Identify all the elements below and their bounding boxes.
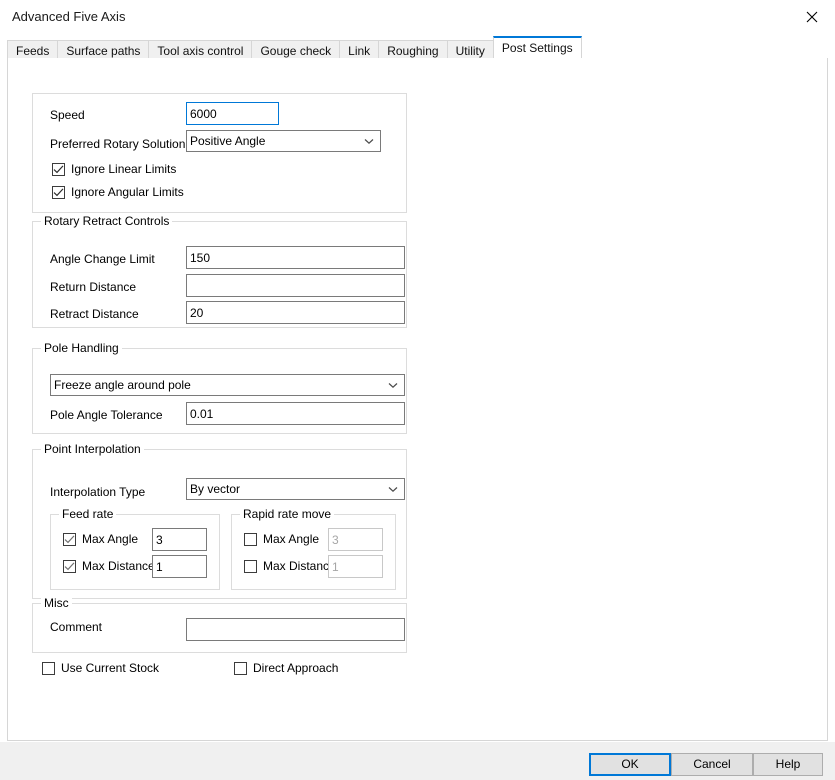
- feed-rate-max-angle-label: Max Angle: [82, 532, 139, 546]
- feed-rate-max-angle-checkbox[interactable]: Max Angle: [63, 532, 138, 546]
- use-current-stock-label: Use Current Stock: [61, 661, 160, 675]
- direct-approach-label: Direct Approach: [253, 661, 339, 675]
- feed-rate-group: Feed rate Max Angle Max Distance: [50, 508, 220, 590]
- checkbox-box: [244, 559, 257, 573]
- feed-rate-max-angle-input[interactable]: [152, 528, 207, 551]
- ok-button[interactable]: OK: [589, 753, 671, 776]
- pole-handling-group: Pole Handling Freeze angle around pole P…: [32, 342, 407, 434]
- checkbox-box: [234, 661, 247, 675]
- tab-strip-filler: [581, 40, 828, 60]
- tab-post-settings[interactable]: Post Settings: [492, 36, 582, 58]
- feed-rate-max-distance-label: Max Distance: [82, 559, 155, 573]
- dialog-footer: OK Cancel Help: [0, 741, 835, 780]
- cancel-button[interactable]: Cancel: [671, 753, 753, 776]
- preferred-rotary-solution-combo[interactable]: Positive Angle: [186, 130, 381, 152]
- rapid-rate-max-distance-input[interactable]: [328, 555, 383, 578]
- speed-label: Speed: [50, 108, 85, 122]
- pole-handling-mode-value: Freeze angle around pole: [54, 378, 191, 392]
- check-icon: [53, 164, 64, 173]
- chevron-down-icon: [385, 486, 401, 493]
- checkbox-box: [52, 185, 65, 199]
- comment-input[interactable]: [186, 618, 405, 641]
- tab-roughing[interactable]: Roughing: [378, 40, 447, 60]
- pole-angle-tolerance-input[interactable]: [186, 402, 405, 425]
- preferred-rotary-solution-label: Preferred Rotary Solution: [50, 137, 186, 151]
- check-icon: [64, 561, 75, 570]
- rotary-retract-controls-title: Rotary Retract Controls: [41, 215, 173, 228]
- tab-label: Roughing: [387, 44, 439, 58]
- tab-label: Gouge check: [260, 44, 332, 58]
- misc-title: Misc: [41, 597, 72, 610]
- tab-label: Tool axis control: [157, 44, 244, 58]
- feed-rate-max-distance-checkbox[interactable]: Max Distance: [63, 559, 155, 573]
- rapid-rate-move-group: Rapid rate move Max Angle Max Distance: [231, 508, 396, 590]
- misc-group: Misc Comment: [32, 597, 407, 653]
- checkbox-box: [63, 559, 76, 573]
- point-interpolation-group: Point Interpolation Interpolation Type B…: [32, 443, 407, 599]
- rapid-rate-max-distance-checkbox[interactable]: Max Distance: [244, 559, 336, 573]
- rapid-rate-max-angle-label: Max Angle: [263, 532, 320, 546]
- pole-handling-title: Pole Handling: [41, 342, 122, 355]
- ignore-angular-limits-label: Ignore Angular Limits: [71, 185, 184, 199]
- ignore-linear-limits-label: Ignore Linear Limits: [71, 162, 177, 176]
- speed-input[interactable]: [186, 102, 279, 125]
- tab-gouge-check[interactable]: Gouge check: [251, 40, 340, 60]
- tab-label: Utility: [455, 44, 485, 58]
- check-icon: [53, 187, 64, 196]
- interpolation-type-combo[interactable]: By vector: [186, 478, 405, 500]
- tab-surface-paths[interactable]: Surface paths: [57, 40, 149, 60]
- chevron-down-icon: [361, 138, 377, 145]
- point-interpolation-title: Point Interpolation: [41, 443, 144, 456]
- tab-strip: Feeds Surface paths Tool axis control Go…: [7, 36, 828, 60]
- tab-tool-axis-control[interactable]: Tool axis control: [148, 40, 252, 60]
- tab-label: Link: [348, 44, 371, 58]
- checkbox-box: [52, 162, 65, 176]
- help-button[interactable]: Help: [753, 753, 823, 776]
- tab-link[interactable]: Link: [339, 40, 379, 60]
- interpolation-type-label: Interpolation Type: [50, 485, 146, 499]
- checkbox-box: [244, 532, 257, 546]
- check-icon: [64, 534, 75, 543]
- close-button[interactable]: [789, 0, 835, 34]
- checkbox-box: [42, 661, 55, 675]
- general-settings-group: Speed Preferred Rotary Solution Positive…: [32, 93, 407, 213]
- return-distance-input[interactable]: [186, 274, 405, 297]
- interpolation-type-value: By vector: [190, 482, 241, 496]
- angle-change-limit-label: Angle Change Limit: [50, 252, 155, 266]
- ignore-linear-limits-checkbox[interactable]: Ignore Linear Limits: [52, 162, 176, 176]
- pole-handling-mode-combo[interactable]: Freeze angle around pole: [50, 374, 405, 396]
- rapid-rate-move-title: Rapid rate move: [240, 508, 335, 521]
- title-bar: Advanced Five Axis: [0, 0, 835, 34]
- tab-label: Post Settings: [501, 41, 573, 55]
- preferred-rotary-solution-value: Positive Angle: [190, 134, 266, 148]
- rotary-retract-controls-group: Rotary Retract Controls Angle Change Lim…: [32, 215, 407, 328]
- rapid-rate-max-angle-checkbox[interactable]: Max Angle: [244, 532, 319, 546]
- feed-rate-max-distance-input[interactable]: [152, 555, 207, 578]
- tab-label: Surface paths: [66, 44, 141, 58]
- checkbox-box: [63, 532, 76, 546]
- tab-utility[interactable]: Utility: [446, 40, 493, 60]
- rapid-rate-max-distance-label: Max Distance: [263, 559, 336, 573]
- post-settings-panel: Speed Preferred Rotary Solution Positive…: [7, 58, 828, 741]
- retract-distance-input[interactable]: [186, 301, 405, 324]
- feed-rate-title: Feed rate: [59, 508, 117, 521]
- angle-change-limit-input[interactable]: [186, 246, 405, 269]
- direct-approach-checkbox[interactable]: Direct Approach: [234, 661, 338, 675]
- pole-angle-tolerance-label: Pole Angle Tolerance: [50, 408, 163, 422]
- tab-feeds[interactable]: Feeds: [7, 40, 58, 60]
- return-distance-label: Return Distance: [50, 280, 137, 294]
- use-current-stock-checkbox[interactable]: Use Current Stock: [42, 661, 159, 675]
- rapid-rate-max-angle-input[interactable]: [328, 528, 383, 551]
- window-title: Advanced Five Axis: [12, 9, 126, 24]
- tab-label: Feeds: [16, 44, 50, 58]
- ignore-angular-limits-checkbox[interactable]: Ignore Angular Limits: [52, 185, 184, 199]
- chevron-down-icon: [385, 382, 401, 389]
- comment-label: Comment: [50, 620, 103, 634]
- close-icon: [806, 11, 818, 23]
- retract-distance-label: Retract Distance: [50, 307, 139, 321]
